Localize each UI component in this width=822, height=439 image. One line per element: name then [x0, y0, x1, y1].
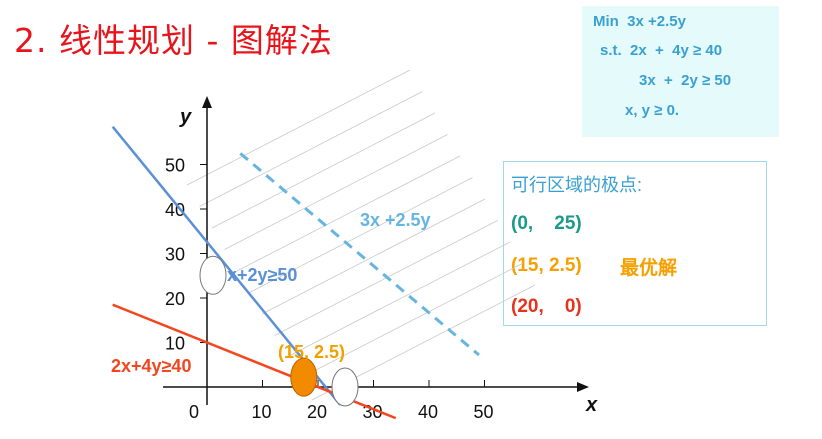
- feasible-region-chart: 0 10 20 30 40 501020304050xyx+2y≥502x+4y≥403x…: [111, 69, 598, 422]
- x-axis-arrow: [577, 382, 589, 392]
- optimal-point-label: (15, 2.5): [278, 342, 345, 362]
- series-label-2: 2x+4y≥40: [111, 356, 191, 376]
- y-tick-label: 20: [165, 289, 185, 309]
- hatch-line: [286, 241, 511, 358]
- extreme-point-marker: [199, 255, 227, 295]
- extreme-point-marker: [331, 367, 359, 407]
- y-axis-arrow: [202, 96, 212, 108]
- optimal-point-marker: [290, 357, 318, 397]
- x-tick-label: 40: [418, 402, 438, 422]
- hatch-line: [186, 69, 411, 186]
- y-axis-label: y: [179, 106, 192, 128]
- y-tick-label: 50: [165, 156, 185, 176]
- hatch-line: [199, 91, 423, 207]
- x-tick-label: 0: [189, 402, 199, 422]
- y-tick-label: 30: [165, 245, 185, 265]
- y-tick-label: 10: [165, 334, 185, 354]
- series-label-3: 3x +2.5y: [360, 210, 431, 230]
- series-label-1: x+2y≥50: [227, 265, 297, 285]
- x-tick-label: 10: [252, 402, 272, 422]
- x-axis-label: x: [585, 394, 598, 416]
- x-tick-label: 50: [474, 402, 494, 422]
- x-tick-label: 20: [307, 402, 327, 422]
